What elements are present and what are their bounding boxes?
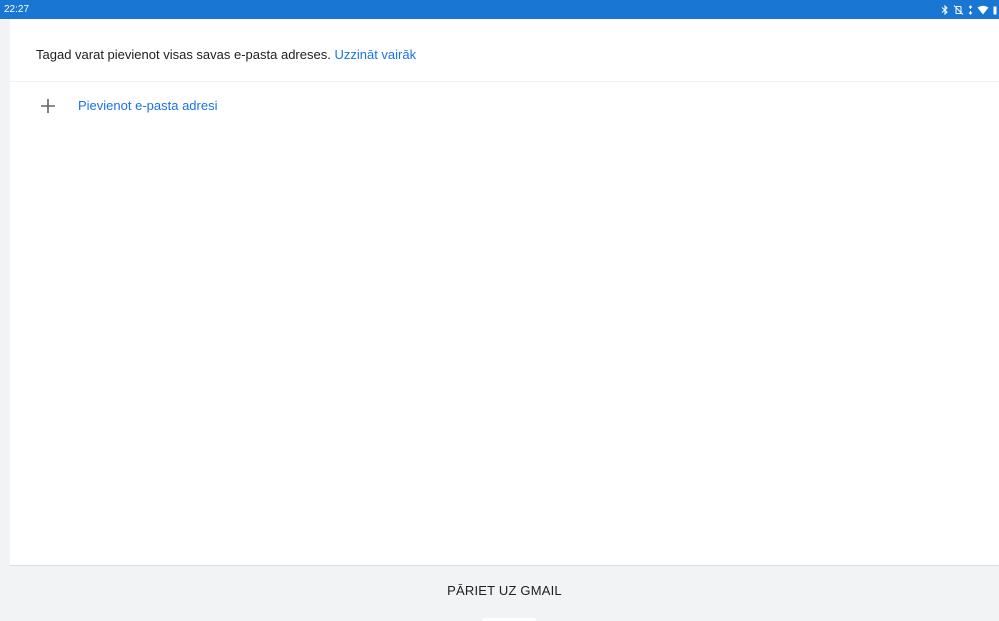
- info-banner: Tagad varat pievienot visas savas e-past…: [10, 19, 999, 82]
- status-bar: 22:27: [0, 0, 999, 19]
- wifi-icon: [977, 0, 989, 19]
- info-text: Tagad varat pievienot visas savas e-past…: [36, 47, 335, 62]
- vibrate-off-icon: [953, 0, 964, 19]
- data-arrows-icon: [968, 0, 973, 19]
- learn-more-link[interactable]: Uzzināt vairāk: [334, 47, 416, 62]
- status-time: 22:27: [4, 4, 30, 15]
- add-email-address-label: Pievienot e-pasta adresi: [78, 98, 218, 113]
- go-to-gmail-button[interactable]: PĀRIET UZ GMAIL: [10, 566, 999, 615]
- main-content: Tagad varat pievienot visas savas e-past…: [10, 19, 999, 565]
- status-icons: [941, 0, 997, 19]
- bluetooth-icon: [941, 0, 949, 19]
- plus-icon: [39, 97, 57, 115]
- add-email-address-button[interactable]: Pievienot e-pasta adresi: [10, 89, 999, 123]
- battery-icon: [993, 0, 997, 19]
